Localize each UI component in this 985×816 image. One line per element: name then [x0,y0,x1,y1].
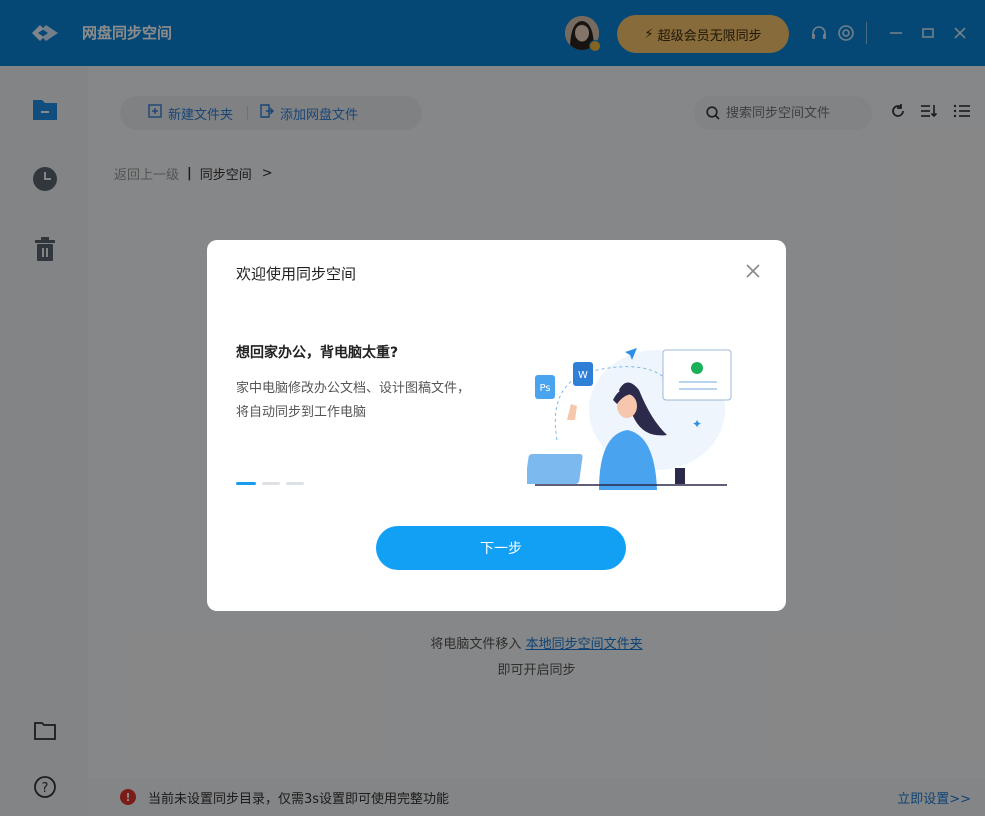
step-indicator [236,482,304,485]
step-dot[interactable] [286,482,304,485]
next-step-button[interactable]: 下一步 [376,526,626,570]
step-dot[interactable] [236,482,256,485]
svg-text:✦: ✦ [692,417,702,431]
sync-illustration: Ps W ✦ [527,348,732,490]
step-dot[interactable] [262,482,280,485]
dialog-heading: 想回家办公，背电脑太重? [236,345,399,361]
svg-text:Ps: Ps [539,383,550,394]
dialog-description: 家中电脑修改办公文档、设计图稿文件，将自动同步到工作电脑 [236,381,471,420]
svg-text:W: W [578,370,588,381]
welcome-dialog: 欢迎使用同步空间 想回家办公，背电脑太重? 家中电脑修改办公文档、设计图稿文件，… [207,240,786,611]
close-dialog-icon[interactable] [742,260,764,282]
dialog-title: 欢迎使用同步空间 [236,265,357,283]
